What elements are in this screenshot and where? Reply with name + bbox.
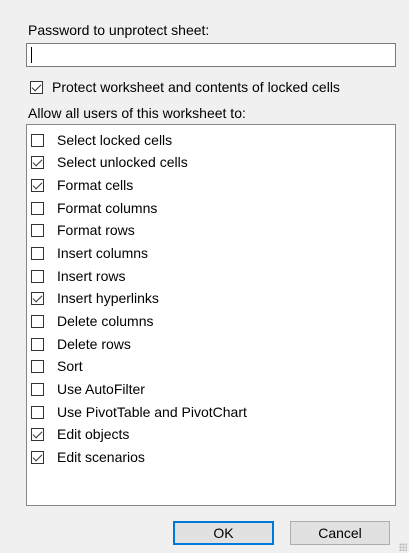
permission-label: Format columns: [57, 200, 158, 216]
checkbox[interactable]: [31, 133, 44, 147]
permission-format-columns[interactable]: Format columns: [31, 200, 157, 216]
permission-label: Delete columns: [57, 313, 154, 329]
checkbox[interactable]: [31, 223, 44, 237]
checkbox[interactable]: [31, 314, 44, 328]
permission-label: Sort: [57, 358, 83, 374]
text-caret: [31, 47, 32, 63]
checkbox[interactable]: [31, 382, 44, 396]
permission-insert-rows[interactable]: Insert rows: [31, 268, 125, 284]
permission-label: Edit scenarios: [57, 449, 145, 465]
checkbox[interactable]: [31, 291, 44, 305]
permission-label: Format rows: [57, 222, 135, 238]
checkbox[interactable]: [31, 178, 44, 192]
permission-edit-scenarios[interactable]: Edit scenarios: [31, 449, 145, 465]
permission-label: Use PivotTable and PivotChart: [57, 404, 247, 420]
protect-worksheet-checkbox[interactable]: [30, 80, 43, 94]
checkbox[interactable]: [31, 427, 44, 441]
permission-label: Delete rows: [57, 336, 131, 352]
cancel-button[interactable]: Cancel: [290, 521, 390, 545]
permission-label: Use AutoFilter: [57, 381, 145, 397]
permission-format-rows[interactable]: Format rows: [31, 222, 135, 238]
permission-select-locked-cells[interactable]: Select locked cells: [31, 132, 172, 148]
permission-use-autofilter[interactable]: Use AutoFilter: [31, 381, 145, 397]
password-label: Password to unprotect sheet:: [28, 22, 210, 38]
checkbox[interactable]: [31, 405, 44, 419]
checkbox[interactable]: [31, 337, 44, 351]
checkbox[interactable]: [31, 359, 44, 373]
permission-label: Insert hyperlinks: [57, 290, 159, 306]
permission-delete-rows[interactable]: Delete rows: [31, 336, 131, 352]
protect-worksheet-label: Protect worksheet and contents of locked…: [52, 79, 340, 95]
permission-label: Edit objects: [57, 426, 130, 442]
allow-users-label: Allow all users of this worksheet to:: [28, 105, 246, 121]
permission-label: Select locked cells: [57, 132, 173, 148]
permission-label: Insert rows: [57, 268, 126, 284]
permission-insert-columns[interactable]: Insert columns: [31, 245, 148, 261]
checkbox[interactable]: [31, 269, 44, 283]
permission-label: Insert columns: [57, 245, 149, 261]
permission-sort[interactable]: Sort: [31, 358, 83, 374]
resize-grip-icon[interactable]: [399, 543, 407, 551]
password-input[interactable]: [26, 43, 396, 67]
permissions-list[interactable]: Select locked cells Select unlocked cell…: [26, 124, 396, 506]
checkbox[interactable]: [31, 155, 44, 169]
permission-delete-columns[interactable]: Delete columns: [31, 313, 154, 329]
permission-use-pivottable[interactable]: Use PivotTable and PivotChart: [31, 404, 247, 420]
permission-insert-hyperlinks[interactable]: Insert hyperlinks: [31, 290, 159, 306]
ok-button[interactable]: OK: [173, 521, 274, 545]
permission-label: Select unlocked cells: [57, 154, 188, 170]
checkbox[interactable]: [31, 450, 44, 464]
permission-label: Format cells: [57, 177, 134, 193]
permission-edit-objects[interactable]: Edit objects: [31, 426, 129, 442]
checkbox[interactable]: [31, 201, 44, 215]
checkbox[interactable]: [31, 246, 44, 260]
permission-format-cells[interactable]: Format cells: [31, 177, 133, 193]
permission-select-unlocked-cells[interactable]: Select unlocked cells: [31, 154, 188, 170]
protect-worksheet-option[interactable]: Protect worksheet and contents of locked…: [30, 79, 340, 95]
